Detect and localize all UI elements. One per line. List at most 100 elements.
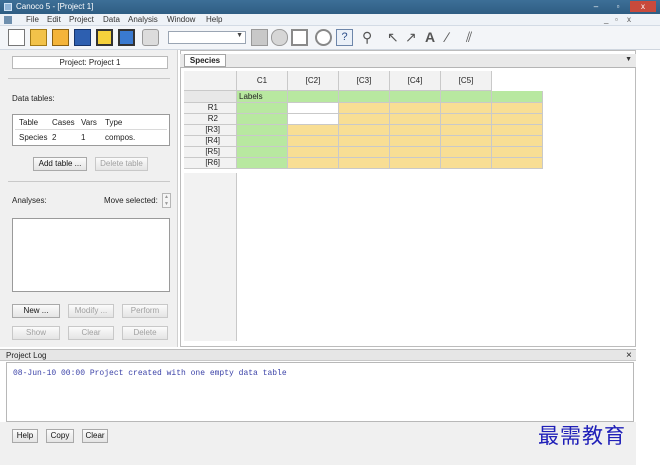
grid-cell[interactable] [492,103,543,114]
column-header[interactable]: [C2] [288,71,339,91]
open-folder-icon[interactable] [30,29,47,46]
add-point-icon[interactable]: ↗ [405,29,417,46]
grid-cell[interactable] [390,103,441,114]
grid-cell[interactable] [339,147,390,158]
add-line-icon[interactable]: ∕ [446,29,448,46]
modify-analysis-button[interactable]: Modify ... [68,304,114,318]
wizard-icon[interactable] [96,29,113,46]
grid-cell[interactable] [339,125,390,136]
menu-data[interactable]: Data [103,15,120,24]
help-icon[interactable]: ? [336,29,353,46]
grid-cell[interactable] [237,103,288,114]
menu-project[interactable]: Project [69,15,94,24]
row-header[interactable]: [R3] [184,125,237,136]
grid-cell[interactable] [441,158,492,169]
grid-cell[interactable] [288,136,339,147]
grid-cell[interactable] [390,147,441,158]
grid-cell[interactable] [390,125,441,136]
grid-cell[interactable] [288,103,339,114]
grid-cell[interactable] [441,114,492,125]
grid-cell[interactable] [441,103,492,114]
table-row-cases[interactable]: 2 [52,133,56,142]
grid-cell[interactable] [492,91,543,103]
column-header[interactable]: [C3] [339,71,390,91]
grid-cell[interactable] [288,114,339,125]
close-button[interactable]: x [630,1,656,12]
grid-cell[interactable] [441,147,492,158]
analyses-list[interactable] [12,218,170,292]
delete-analysis-button[interactable]: Delete [122,326,168,340]
menu-window[interactable]: Window [167,15,195,24]
graph-icon[interactable] [251,29,268,46]
help-button[interactable]: Help [12,429,38,443]
column-header[interactable]: C1 [237,71,288,91]
grid-cell[interactable] [237,147,288,158]
refresh-icon[interactable] [271,29,288,46]
grid-cell[interactable] [390,91,441,103]
target-icon[interactable] [315,29,332,46]
tab-species[interactable]: Species [184,54,226,67]
data-tables-list[interactable]: Table Cases Vars Type Species 2 1 compos… [12,114,170,146]
grid-cell[interactable] [492,125,543,136]
perform-analysis-button[interactable]: Perform [122,304,168,318]
column-header[interactable]: [C5] [441,71,492,91]
show-analysis-button[interactable]: Show [12,326,60,340]
table-row-name[interactable]: Species [19,133,47,142]
chevron-up-icon[interactable]: ▲ [164,194,169,200]
grid-cell[interactable] [441,91,492,103]
row-header[interactable]: [R4] [184,136,237,147]
grid-cell[interactable] [339,91,390,103]
new-file-icon[interactable] [8,29,25,46]
grid-cell[interactable] [441,125,492,136]
add-text-icon[interactable]: A [425,29,435,46]
grid-cell[interactable] [390,136,441,147]
grid-cell[interactable] [390,158,441,169]
tab-menu-icon[interactable]: ▼ [625,56,632,63]
labels-header-cell[interactable]: Labels [237,91,288,103]
clear-analysis-button[interactable]: Clear [68,326,114,340]
delete-table-button[interactable]: Delete table [95,157,148,171]
table-icon[interactable] [291,29,308,46]
grid-cell[interactable] [339,114,390,125]
grid-cell[interactable] [237,114,288,125]
grid-cell[interactable] [339,103,390,114]
close-log-icon[interactable]: × [626,350,632,361]
restore-button[interactable]: ▫ [608,1,628,12]
pointer-icon[interactable]: ↖ [387,29,399,46]
grid-cell[interactable] [492,147,543,158]
minimize-button[interactable]: – [586,1,606,12]
select-icon[interactable]: ⚲ [362,29,372,46]
grid-cell[interactable] [492,136,543,147]
search-dropdown[interactable]: ▼ [168,31,246,44]
chevron-down-icon[interactable]: ▼ [164,201,169,207]
grid-cell[interactable] [237,136,288,147]
open-file-icon[interactable] [52,29,69,46]
new-analysis-button[interactable]: New ... [12,304,60,318]
grid-cell[interactable] [339,158,390,169]
grid-cell[interactable] [441,136,492,147]
grid-cell[interactable] [288,158,339,169]
grid-cell[interactable] [288,91,339,103]
menu-help[interactable]: Help [206,15,222,24]
edit-lines-icon[interactable]: ⫽ [466,29,472,46]
grid-cell[interactable] [492,158,543,169]
add-table-button[interactable]: Add table ... [33,157,87,171]
mdi-close-button[interactable]: x [627,15,631,24]
grid-cell[interactable] [339,136,390,147]
row-header[interactable]: R1 [184,103,237,114]
menu-edit[interactable]: Edit [47,15,61,24]
row-header[interactable]: [R6] [184,158,237,169]
grid-cell[interactable] [288,125,339,136]
project-log-text-area[interactable]: 08-Jun-10 00:00 Project created with one… [6,362,634,422]
copy-button[interactable]: Copy [46,429,74,443]
print-icon[interactable] [142,29,159,46]
grid-cell[interactable] [237,158,288,169]
grid-cell[interactable] [288,147,339,158]
menu-file[interactable]: File [26,15,39,24]
grid-cell[interactable] [237,125,288,136]
chart-icon[interactable] [118,29,135,46]
menu-analysis[interactable]: Analysis [128,15,158,24]
mdi-restore-button[interactable]: ▫ [615,15,618,24]
save-icon[interactable] [74,29,91,46]
mdi-minimize-button[interactable]: _ [604,15,608,24]
